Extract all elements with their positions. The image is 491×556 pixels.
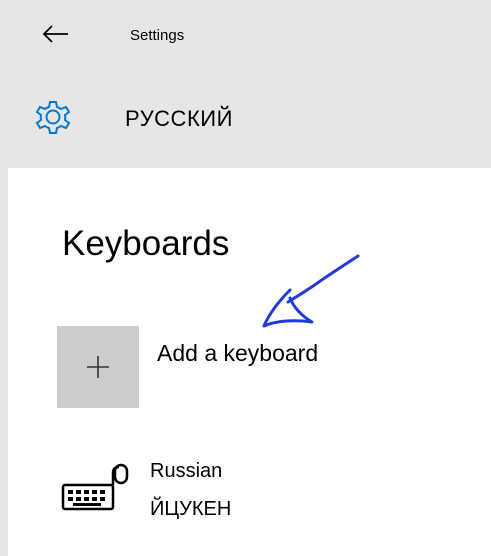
app-title: Settings xyxy=(130,27,185,44)
settings-window: Settings РУССКИЙ Keyboards Add a keyboar… xyxy=(0,0,491,556)
plus-icon xyxy=(87,356,109,378)
back-button[interactable] xyxy=(38,22,74,52)
add-keyboard-button[interactable]: Add a keyboard xyxy=(57,326,417,408)
keyboard-icon xyxy=(61,463,129,511)
gear-icon xyxy=(35,101,71,134)
add-tile xyxy=(57,326,139,408)
keyboard-name: Russian xyxy=(150,460,223,482)
keyboard-layout: ЙЦУКЕН xyxy=(150,498,232,520)
page-title: РУССКИЙ xyxy=(125,106,233,131)
add-keyboard-label: Add a keyboard xyxy=(157,340,319,366)
section-heading-keyboards: Keyboards xyxy=(62,224,230,263)
title-bar: Settings xyxy=(0,0,491,80)
keyboard-list-item[interactable]: Russian ЙЦУКЕН xyxy=(57,455,417,535)
left-edge-strip xyxy=(0,168,8,556)
arrow-left-icon xyxy=(42,25,68,43)
